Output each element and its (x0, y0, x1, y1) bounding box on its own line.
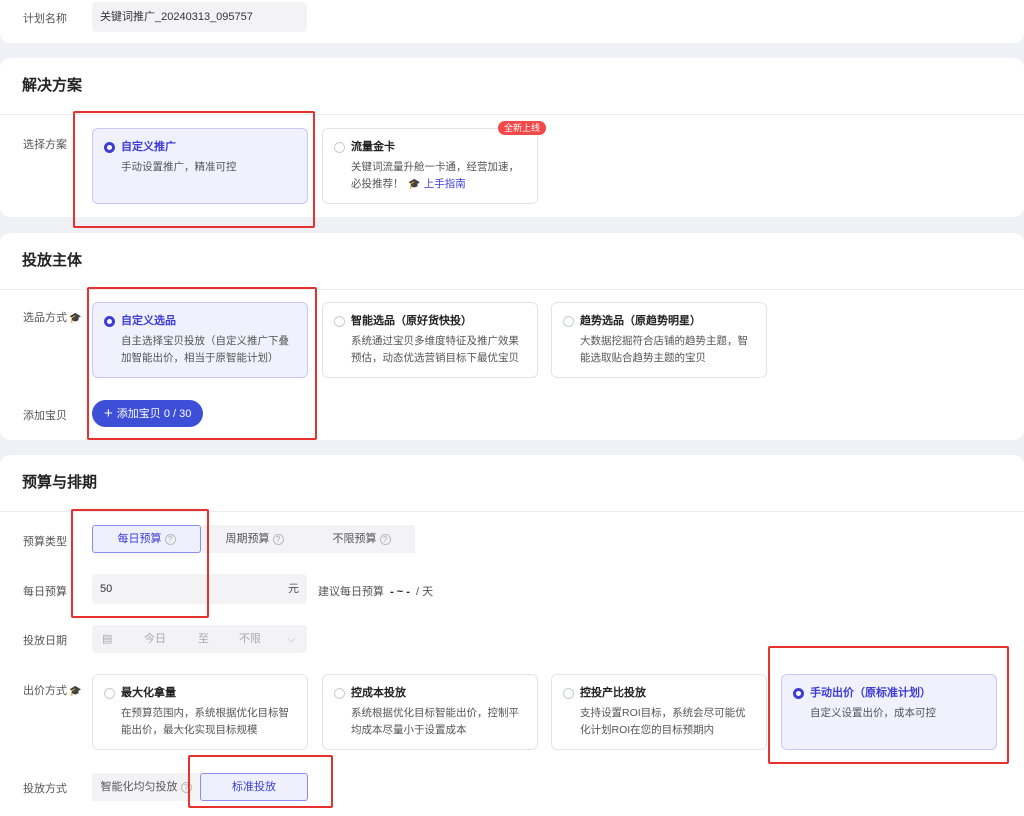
date-range-picker[interactable]: ▤ 今日 至 不限 ⌵ (92, 625, 307, 653)
bid-option-control-roi[interactable]: 控投产比投放 支持设置ROI目标，系统会尽可能优化计划ROI在您的目标预期内 (551, 674, 767, 750)
graduation-cap-icon: 🎓 (408, 179, 421, 190)
daily-budget-label: 每日预算 (23, 586, 67, 598)
calendar-icon: ▤ (102, 633, 113, 645)
plan-name-label: 计划名称 (23, 13, 67, 25)
option-desc: 在预算范围内，系统根据优化目标智能出价，最大化实现目标规模 (121, 707, 289, 736)
highlight-box (768, 646, 1009, 764)
mode-smart-even-label: 智能化均匀投放 (100, 781, 178, 793)
chevron-down-icon: ⌵ (288, 634, 295, 644)
radio-icon[interactable] (334, 688, 345, 699)
option-desc: 系统通过宝贝多维度特征及推广效果预估，动态优选营销目标下最优宝贝 (351, 335, 519, 364)
add-item-label: 添加宝贝 (23, 410, 67, 422)
highlight-box (87, 287, 317, 440)
budget-type-period-label: 周期预算 (225, 533, 270, 545)
delivery-mode-label: 投放方式 (23, 783, 67, 795)
option-title: 智能选品（原好货快投） (351, 315, 472, 327)
subject-title: 投放主体 (22, 252, 83, 269)
date-start: 今日 (144, 633, 166, 645)
help-icon[interactable]: ? (272, 533, 284, 545)
bid-method-text: 出价方式 (23, 685, 67, 697)
currency-unit: 元 (288, 583, 299, 595)
date-label: 投放日期 (23, 635, 67, 647)
suggested-budget-value: - ~ - (390, 586, 410, 598)
radio-icon[interactable] (104, 688, 115, 699)
radio-icon[interactable] (563, 316, 574, 327)
solution-row-label: 选择方案 (23, 139, 67, 151)
option-title: 控成本投放 (351, 687, 406, 699)
option-title: 流量金卡 (351, 141, 395, 153)
option-smart-select[interactable]: 智能选品（原好货快投） 系统通过宝贝多维度特征及推广效果预估，动态优选营销目标下… (322, 302, 538, 378)
option-desc: 支持设置ROI目标，系统会尽可能优化计划ROI在您的目标预期内 (580, 707, 746, 736)
plan-name-value: 关键词推广_20240313_095757 (100, 11, 253, 23)
option-desc-wrap: 关键词流量升舱一卡通，经营加速，必投推荐！ 🎓 上手指南 (351, 159, 525, 193)
bid-option-control-cost[interactable]: 控成本投放 系统根据优化目标智能出价，控制平均成本尽量小于设置成本 (322, 674, 538, 750)
bid-option-max-volume[interactable]: 最大化拿量 在预算范围内，系统根据优化目标智能出价，最大化实现目标规模 (92, 674, 308, 750)
budget-type-unlimited-label: 不限预算 (332, 533, 377, 545)
highlight-box (71, 509, 209, 618)
highlight-box (73, 111, 315, 228)
date-end: 不限 (239, 633, 261, 645)
option-title: 控投产比投放 (580, 687, 646, 699)
option-desc: 大数据挖掘符合店铺的趋势主题，智能选取贴合趋势主题的宝贝 (580, 335, 748, 364)
radio-icon[interactable] (334, 142, 345, 153)
plan-card: 计划名称 关键词推广_20240313_095757 (0, 0, 1024, 43)
graduation-cap-icon: 🎓 (69, 686, 82, 697)
radio-icon[interactable] (563, 688, 574, 699)
help-icon[interactable]: ? (379, 533, 391, 545)
select-method-text: 选品方式 (23, 312, 67, 324)
suggested-budget: 建议每日预算 - ~ - / 天 (318, 583, 433, 599)
option-desc: 系统根据优化目标智能出价，控制平均成本尽量小于设置成本 (351, 707, 519, 736)
graduation-cap-icon: 🎓 (69, 313, 82, 324)
option-title: 趋势选品（原趋势明星） (580, 315, 701, 327)
date-separator: 至 (198, 633, 209, 645)
guide-link[interactable]: 🎓 上手指南 (406, 178, 465, 190)
solution-title: 解决方案 (22, 77, 83, 94)
option-title: 最大化拿量 (121, 687, 176, 699)
option-trend-select[interactable]: 趋势选品（原趋势明星） 大数据挖掘符合店铺的趋势主题，智能选取贴合趋势主题的宝贝 (551, 302, 767, 378)
plan-name-input[interactable]: 关键词推广_20240313_095757 (92, 2, 307, 32)
mode-smart-even[interactable]: 智能化均匀投放? (92, 773, 200, 801)
radio-icon[interactable] (334, 316, 345, 327)
budget-type-label: 预算类型 (23, 536, 67, 548)
new-launch-badge: 全新上线 (498, 121, 547, 135)
select-method-label: 选品方式 🎓 (23, 309, 81, 325)
suggested-budget-unit: / 天 (416, 586, 434, 598)
budget-type-period[interactable]: 周期预算? (201, 525, 308, 553)
budget-type-unlimited[interactable]: 不限预算? (308, 525, 415, 553)
option-traffic-gold-card[interactable]: 流量金卡 关键词流量升舱一卡通，经营加速，必投推荐！ 🎓 上手指南 (322, 128, 538, 204)
guide-link-text: 上手指南 (423, 178, 466, 190)
suggested-budget-label: 建议每日预算 (318, 586, 384, 598)
budget-title: 预算与排期 (22, 474, 98, 491)
highlight-box (188, 755, 333, 808)
bid-method-label: 出价方式 🎓 (23, 682, 81, 698)
